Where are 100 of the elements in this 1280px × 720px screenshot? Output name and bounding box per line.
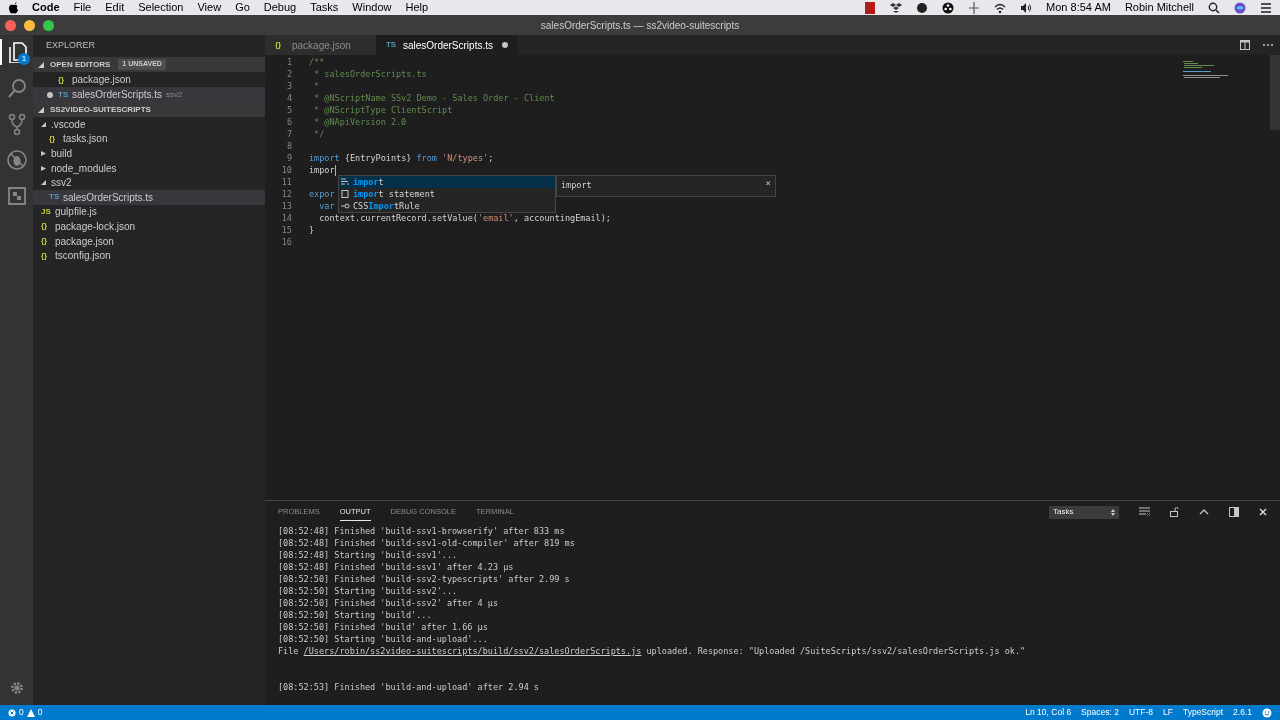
tree-item[interactable]: JS gulpfile.js: [33, 204, 265, 220]
status-item[interactable]: 2.6.1: [1233, 706, 1252, 719]
open-editor-item[interactable]: TS salesOrderScripts.ts ssv2: [33, 87, 265, 102]
snippet-icon: [341, 190, 350, 198]
folder-name: build: [51, 147, 73, 161]
expanded-caret-icon: [41, 121, 46, 127]
menu-item[interactable]: Selection: [138, 0, 184, 16]
close-icon: [1259, 508, 1267, 516]
line-number: 6: [285, 115, 292, 129]
suggestion-item[interactable]: CSSImportRule: [339, 200, 555, 212]
tree-item[interactable]: {} tasks.json: [33, 131, 265, 147]
status-item[interactable]: UTF-8: [1128, 706, 1153, 719]
section-title: OPEN EDITORS: [50, 58, 111, 71]
close-button[interactable]: ×: [765, 179, 771, 187]
file-type-label: {}: [275, 39, 283, 51]
wifi-icon: [994, 1, 1007, 14]
collapsed-caret-icon: [41, 151, 46, 156]
status-item[interactable]: Spaces: 2: [1081, 706, 1119, 719]
clock-text: Mon 8:54 AM: [1046, 0, 1111, 16]
section-title: SS2VIDEO-SUITESCRIPTS: [50, 103, 151, 116]
suggestion-item[interactable]: import statement: [339, 188, 555, 200]
file-type-label: {}: [58, 73, 66, 86]
output-line: [08:52:48] Finished 'build-ssv1-old-compiler' after 819 ms: [278, 537, 576, 549]
line-number: 1: [285, 55, 292, 69]
tree-item[interactable]: .vscode: [33, 117, 265, 132]
output-line: [08:52:48] Finished 'build-ssv1' after 4.23 μs: [278, 561, 515, 573]
file-name: salesOrderScripts.ts: [72, 88, 163, 102]
expanded-caret-icon: [41, 180, 46, 186]
code-line: impor: [309, 163, 336, 177]
film-reel-icon: [942, 1, 955, 14]
unlock-icon: [1170, 507, 1179, 517]
apple-logo-icon: [8, 1, 18, 14]
panel-layout-icon: [1229, 507, 1239, 517]
status-item[interactable]: LF: [1163, 706, 1173, 719]
suggestion-label: import: [353, 175, 384, 189]
tab-label: package.json: [292, 38, 352, 53]
line-number: 5: [285, 103, 292, 117]
clear-output-icon: [1139, 507, 1150, 517]
minimize-button[interactable]: [24, 19, 35, 31]
line-number: 2: [285, 67, 292, 81]
list-icon: [1260, 1, 1272, 14]
sidebar-title: EXPLORER: [46, 39, 96, 53]
menu-item[interactable]: Help: [405, 0, 429, 16]
tree-item[interactable]: node_modules: [33, 160, 265, 176]
error-icon: [8, 708, 16, 717]
keyword-icon: [341, 178, 350, 186]
suggestion-label: import statement: [353, 187, 435, 201]
zoom-button[interactable]: [43, 19, 54, 31]
code-line: * salesOrderScripts.ts: [313, 67, 427, 81]
menu-item[interactable]: Go: [235, 0, 250, 16]
status-item[interactable]: TypeScript: [1182, 706, 1224, 719]
code-line: */: [313, 127, 325, 141]
interface-icon: [341, 202, 350, 210]
output-line: [08:52:50] Starting 'build-and-upload'...: [278, 633, 489, 645]
warning-icon: [26, 708, 35, 717]
file-type-label: JS: [41, 205, 52, 218]
open-editor-item[interactable]: {} package.json: [33, 72, 265, 87]
menu-item[interactable]: Edit: [105, 0, 125, 16]
window-title: salesOrderScripts.ts — ss2video-suitescripts: [540, 18, 740, 33]
menu-item[interactable]: View: [197, 0, 222, 16]
file-type-label: TS: [58, 88, 70, 101]
editor-tab[interactable]: TS salesOrderScripts.ts: [375, 35, 518, 55]
line-number: 9: [285, 151, 292, 165]
editor-tab[interactable]: {} package.json: [265, 35, 376, 55]
file-link[interactable]: /Users/robin/ss2video-suitescripts/build/ssv2/salesOrderScripts.js: [303, 646, 642, 656]
line-number: 4: [285, 91, 292, 105]
output-line: [08:52:48] Starting 'build-ssv1'...: [278, 549, 459, 561]
menu-item[interactable]: Tasks: [310, 0, 339, 16]
output-line: [08:52:50] Finished 'build' after 1.66 μs: [278, 621, 489, 633]
problems-status[interactable]: 0 0: [8, 706, 43, 719]
files-icon: [6, 41, 29, 63]
file-type-label: TS: [49, 191, 61, 204]
menu-item[interactable]: Debug: [263, 0, 297, 16]
output-line: [08:52:50] Starting 'build-ssv2'...: [278, 585, 459, 597]
status-item[interactable]: Ln 10, Col 6: [1025, 706, 1072, 719]
tree-item[interactable]: {} package.json: [33, 233, 265, 249]
menu-item[interactable]: Code: [32, 0, 60, 16]
no-bug-icon: [5, 149, 28, 171]
suggestion-label: CSSImportRule: [353, 199, 420, 213]
tree-item[interactable]: TS salesOrderScripts.ts: [33, 189, 265, 205]
section-header[interactable]: SS2VIDEO-SUITESCRIPTS: [33, 102, 265, 117]
suggestion-item[interactable]: import: [339, 176, 555, 188]
tree-item[interactable]: ssv2: [33, 175, 265, 190]
tree-item[interactable]: build: [33, 146, 265, 161]
output-line: [08:52:48] Finished 'build-ssv1-browserify' after 833 ms: [278, 525, 566, 537]
line-number: 16: [280, 235, 292, 249]
file-type-label: {}: [49, 132, 57, 145]
output-channel-dropdown[interactable]: Tasks: [1049, 505, 1119, 519]
search-icon: [5, 77, 28, 99]
menu-item[interactable]: File: [73, 0, 92, 16]
line-number: 8: [285, 139, 292, 153]
menu-item[interactable]: Window: [352, 0, 392, 16]
line-number: 3: [285, 79, 292, 93]
user-name[interactable]: Robin Mitchell: [1124, 0, 1194, 16]
tree-item[interactable]: {} tsconfig.json: [33, 248, 265, 263]
detail-text: import: [561, 179, 592, 192]
file-name: salesOrderScripts.ts: [63, 190, 154, 205]
close-button[interactable]: [5, 19, 16, 31]
tree-item[interactable]: {} package-lock.json: [33, 219, 265, 234]
code-line: import {EntryPoints} from 'N/types';: [309, 151, 494, 165]
